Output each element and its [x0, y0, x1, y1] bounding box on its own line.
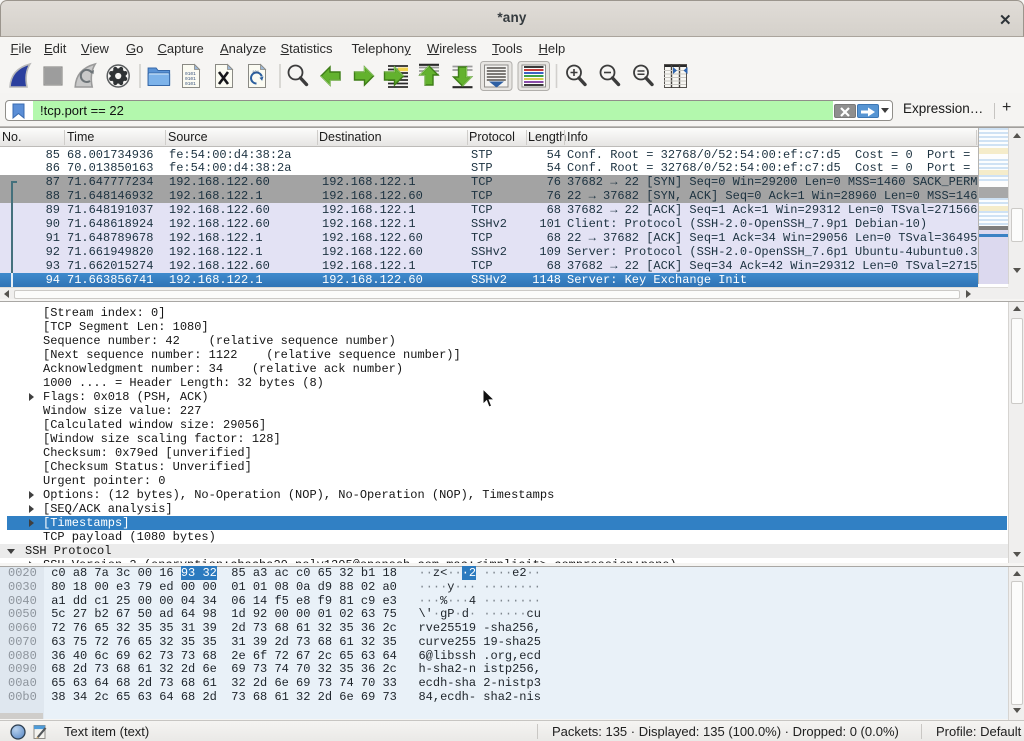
svg-text:101: 101: [252, 71, 260, 75]
svg-text:0101: 0101: [185, 81, 196, 87]
